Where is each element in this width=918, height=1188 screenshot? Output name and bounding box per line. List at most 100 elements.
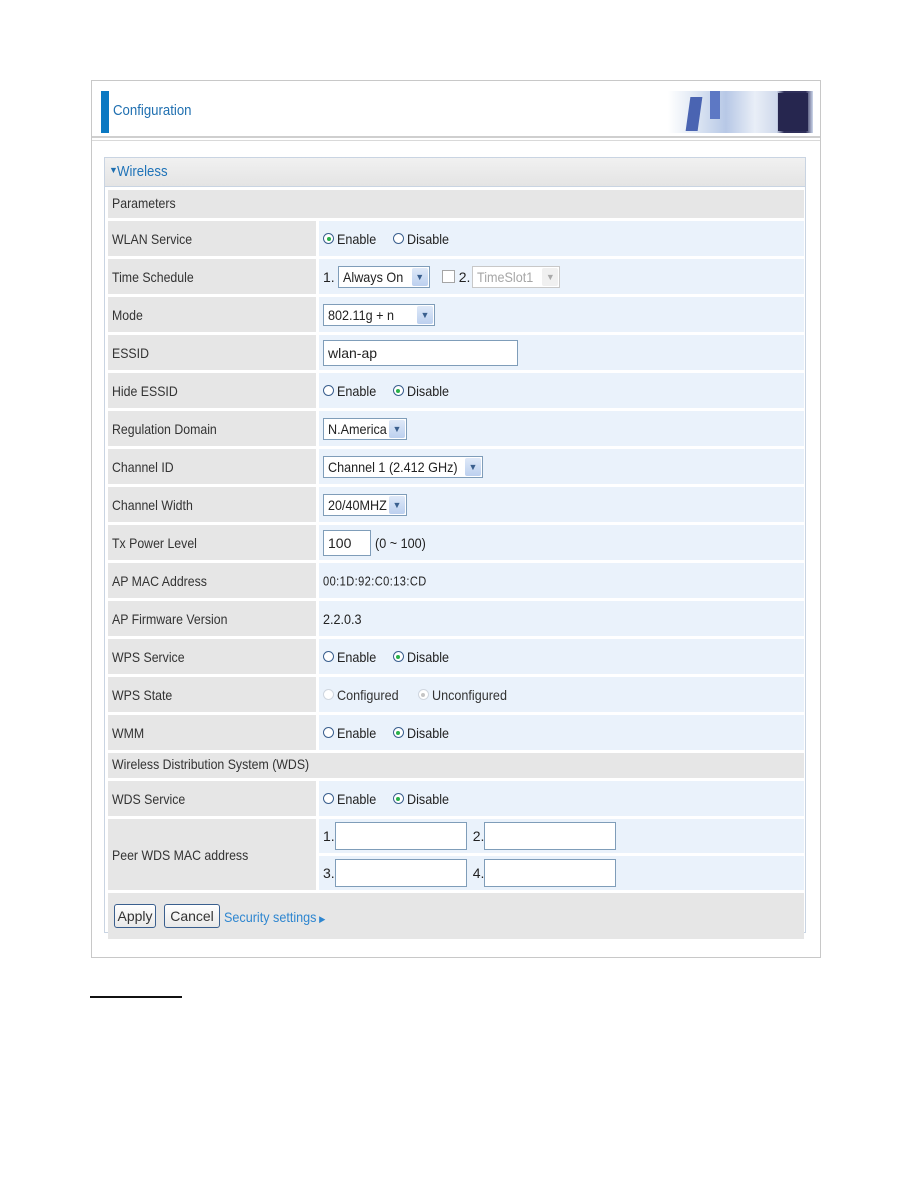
peer1-prefix: 1. — [323, 828, 335, 844]
label-cell: Channel ID — [108, 449, 316, 484]
wds-disable-label[interactable]: Disable — [407, 791, 449, 807]
triangle-right-icon: ▶ — [319, 914, 326, 924]
wmm-disable-label[interactable]: Disable — [407, 725, 449, 741]
header-divider — [92, 140, 820, 141]
row-mode: Mode 802.11g + n ▼ — [108, 297, 804, 332]
wds-enable-label[interactable]: Enable — [337, 791, 376, 807]
peer-wds-label: Peer WDS MAC address — [112, 846, 249, 863]
value-cell: Enable Disable — [319, 373, 804, 408]
chair-shape — [710, 91, 720, 119]
wps-enable-label[interactable]: Enable — [337, 649, 376, 665]
tx-power-label: Tx Power Level — [112, 534, 197, 551]
chevron-down-icon: ▼ — [411, 267, 428, 286]
wps-configured-label: Configured — [337, 686, 399, 703]
security-settings-text[interactable]: Security settings — [224, 909, 316, 925]
parameters-heading-text: Parameters — [112, 195, 176, 211]
time-slot2-select[interactable]: TimeSlot1 ▼ — [472, 265, 561, 288]
peer-mac-2-input[interactable] — [484, 822, 617, 850]
value-cell: 2.2.0.3 — [319, 601, 804, 636]
peer-mac-4-input[interactable] — [484, 859, 617, 887]
chevron-down-icon: ▼ — [542, 267, 559, 286]
label-cell: WPS Service — [108, 639, 316, 674]
channel-id-select[interactable]: Channel 1 (2.412 GHz) ▼ — [323, 455, 483, 478]
value-cell: Enable Disable — [319, 221, 804, 256]
time-slot2-checkbox[interactable] — [441, 270, 455, 283]
chair-shape — [685, 97, 703, 131]
hide-essid-disable-label[interactable]: Disable — [407, 383, 449, 399]
wps-enable-radio[interactable] — [323, 651, 334, 662]
wds-disable-radio[interactable] — [392, 793, 404, 804]
row-ap-mac: AP MAC Address 00:1D:92:C0:13:CD — [108, 563, 804, 598]
wps-configured-radio — [323, 689, 334, 700]
configuration-frame: Configuration ▼ Wireless Parameters WLAN… — [91, 80, 821, 958]
row-tx-power: Tx Power Level (0 ~ 100) — [108, 525, 804, 560]
wds-heading: Wireless Distribution System (WDS) — [108, 753, 804, 778]
header-banner-image — [668, 91, 813, 133]
peer-mac-1-input[interactable] — [334, 822, 467, 850]
label-cell: AP Firmware Version — [108, 601, 316, 636]
wmm-label: WMM — [112, 724, 145, 741]
value-cell: 1. Always On ▼ 2. TimeSlot1 ▼ — [319, 259, 804, 294]
row-channel-width: Channel Width 20/40MHZ ▼ — [108, 487, 804, 522]
wlan-disable-label[interactable]: Disable — [407, 231, 449, 247]
wlan-enable-radio[interactable] — [323, 233, 334, 244]
page-title: Configuration — [113, 102, 192, 119]
hide-essid-disable-radio[interactable] — [392, 385, 404, 396]
value-cell: 20/40MHZ ▼ — [319, 487, 804, 522]
label-cell: Peer WDS MAC address — [108, 819, 316, 890]
apply-button[interactable]: Apply — [114, 904, 156, 928]
wps-unconfigured-label: Unconfigured — [431, 686, 507, 703]
tx-power-input[interactable] — [323, 529, 371, 556]
value-cell: Channel 1 (2.412 GHz) ▼ — [319, 449, 804, 484]
value-cell: (0 ~ 100) — [319, 525, 804, 560]
hide-essid-enable-label[interactable]: Enable — [337, 383, 376, 399]
essid-label: ESSID — [112, 344, 149, 361]
slot2-prefix: 2. — [458, 268, 471, 285]
row-wps-state: WPS State Configured Unconfigured — [108, 677, 804, 712]
value-cell: Enable Disable — [319, 639, 804, 674]
hide-essid-enable-radio[interactable] — [323, 385, 334, 396]
wmm-enable-label[interactable]: Enable — [337, 725, 376, 741]
channel-width-label: Channel Width — [112, 496, 193, 513]
time-slot1-select[interactable]: Always On ▼ — [337, 265, 430, 288]
label-cell: WLAN Service — [108, 221, 316, 256]
row-hide-essid: Hide ESSID Enable Disable — [108, 373, 804, 408]
cancel-button[interactable]: Cancel — [164, 904, 220, 928]
wireless-section-header[interactable]: ▼ Wireless — [105, 158, 805, 187]
security-settings-link[interactable]: Security settings ▶ — [224, 909, 325, 925]
value-cell: Enable Disable — [319, 781, 804, 816]
channel-width-select[interactable]: 20/40MHZ ▼ — [323, 493, 407, 516]
row-regulation-domain: Regulation Domain N.America ▼ — [108, 411, 804, 446]
wlan-disable-radio[interactable] — [392, 233, 404, 244]
channel-id-label: Channel ID — [112, 458, 174, 475]
mode-select[interactable]: 802.11g + n ▼ — [323, 303, 435, 326]
slot1-prefix: 1. — [323, 268, 335, 285]
time-slot2-value: TimeSlot1 — [477, 268, 534, 285]
wps-service-label: WPS Service — [112, 648, 185, 665]
chevron-down-icon: ▼ — [417, 305, 433, 324]
wmm-disable-radio[interactable] — [392, 727, 404, 738]
regulation-domain-label: Regulation Domain — [112, 420, 217, 437]
value-cell — [319, 335, 804, 370]
wlan-enable-label[interactable]: Enable — [337, 231, 376, 247]
peer-mac-3-input[interactable] — [334, 859, 467, 887]
action-bar: Apply Cancel Security settings ▶ — [108, 893, 804, 939]
peer3-prefix: 3. — [323, 865, 335, 881]
wmm-enable-radio[interactable] — [323, 727, 334, 738]
peer2-prefix: 2. — [472, 828, 485, 844]
wps-disable-radio[interactable] — [392, 651, 404, 662]
section-title: Wireless — [117, 163, 168, 180]
chevron-down-icon: ▼ — [389, 495, 405, 514]
ap-mac-label: AP MAC Address — [112, 572, 207, 589]
row-channel-id: Channel ID Channel 1 (2.412 GHz) ▼ — [108, 449, 804, 484]
wds-enable-radio[interactable] — [323, 793, 334, 804]
wps-unconfigured-radio — [417, 689, 429, 700]
wps-disable-label[interactable]: Disable — [407, 649, 449, 665]
essid-input[interactable] — [323, 339, 518, 366]
label-cell: WMM — [108, 715, 316, 750]
wireless-panel: ▼ Wireless Parameters WLAN Service Enabl… — [104, 157, 806, 939]
peer4-prefix: 4. — [472, 865, 485, 881]
wds-heading-text: Wireless Distribution System (WDS) — [112, 756, 310, 772]
regulation-domain-select[interactable]: N.America ▼ — [323, 417, 407, 440]
regulation-domain-value: N.America — [328, 420, 387, 437]
